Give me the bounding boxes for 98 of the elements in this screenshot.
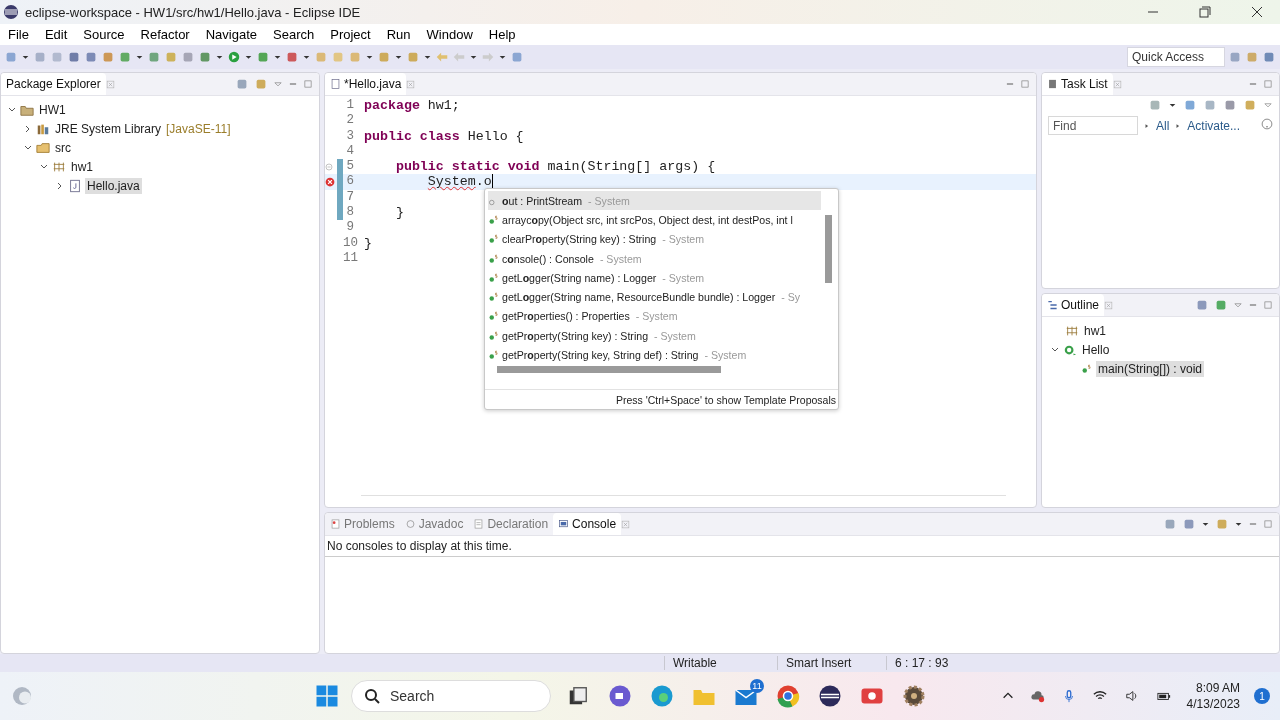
line-number: 2 bbox=[345, 113, 354, 129]
eclipse-logo-icon bbox=[3, 4, 19, 20]
menu-item[interactable]: Source bbox=[75, 24, 133, 45]
completion-item[interactable]: console() : Console - System bbox=[488, 248, 821, 269]
completion-item[interactable]: out : PrintStream - System bbox=[488, 191, 821, 211]
maximize-icon[interactable] bbox=[1020, 79, 1030, 89]
menu-item[interactable]: Search bbox=[265, 24, 323, 45]
tree-item[interactable]: hw1 bbox=[1082, 322, 1108, 339]
notification-badge: 1 bbox=[1254, 688, 1270, 704]
menu-item[interactable]: Run bbox=[378, 24, 419, 45]
outline-icon bbox=[1047, 298, 1058, 312]
console-message: No consoles to display at this time. bbox=[325, 536, 1279, 557]
menu-item[interactable]: Window bbox=[418, 24, 481, 45]
menu-item[interactable]: Project bbox=[322, 24, 379, 45]
tree-item[interactable]: Hello bbox=[1080, 341, 1112, 358]
tree-item[interactable]: JRE System Library bbox=[53, 120, 164, 137]
code-text: public class Hello { bbox=[364, 128, 524, 144]
problems-icon bbox=[330, 517, 341, 531]
line-number: 7 bbox=[345, 189, 354, 206]
taskbar-search[interactable]: Search bbox=[351, 680, 551, 712]
link[interactable]: All bbox=[1156, 118, 1170, 133]
clipboard-icon bbox=[1047, 77, 1058, 91]
text-cursor bbox=[491, 174, 493, 189]
view-tab[interactable]: Problems bbox=[325, 513, 400, 535]
tree-item[interactable]: src bbox=[53, 139, 73, 156]
search-icon bbox=[364, 688, 380, 704]
completion-item[interactable]: clearProperty(String key) : String - System bbox=[488, 229, 821, 249]
clock-date: 4/13/2023 bbox=[1186, 697, 1240, 711]
code-text: System.o bbox=[426, 174, 492, 190]
completion-item[interactable]: getProperties() : Properties - System bbox=[488, 306, 821, 327]
code-text: } bbox=[364, 235, 372, 251]
completion-item[interactable]: getLogger(String name) : Logger - System bbox=[488, 268, 821, 288]
restore-icon[interactable] bbox=[1199, 6, 1211, 18]
package-folder-icon bbox=[36, 140, 50, 155]
code-text: } bbox=[394, 205, 404, 221]
document-icon bbox=[473, 517, 485, 531]
notification-badge: 11 bbox=[750, 679, 764, 693]
scrollbar-thumb[interactable] bbox=[497, 366, 721, 373]
code-text: public static void main(String[] args) { bbox=[394, 159, 716, 175]
view-tab[interactable]: Javadoc bbox=[399, 513, 469, 535]
tree-item[interactable]: Hello.java bbox=[85, 177, 142, 194]
completion-hint: Press 'Ctrl+Space' to show Template Proposals bbox=[485, 389, 838, 409]
view-tab[interactable]: Package Explorer bbox=[1, 73, 106, 95]
fold-icon[interactable] bbox=[325, 162, 333, 171]
code-text: package hw1; bbox=[364, 98, 460, 114]
maximize-icon[interactable] bbox=[1263, 300, 1273, 310]
line-number: 9 bbox=[345, 220, 354, 236]
tree-item[interactable]: HW1 bbox=[37, 101, 68, 118]
editor-tab[interactable]: *Hello.java bbox=[325, 73, 407, 95]
search-field[interactable]: Search bbox=[388, 687, 532, 705]
menu-item[interactable]: File bbox=[0, 24, 37, 45]
tree-item[interactable]: main(String[]) : void bbox=[1096, 360, 1205, 377]
weather-icon bbox=[10, 684, 34, 708]
method-icon bbox=[488, 348, 500, 362]
status-text: Writable bbox=[664, 656, 777, 670]
chrome-icon[interactable] bbox=[776, 684, 800, 708]
chat-icon[interactable] bbox=[608, 684, 632, 708]
windows-logo-icon[interactable] bbox=[315, 684, 339, 708]
tree-item[interactable]: hw1 bbox=[69, 158, 95, 175]
line-number: 5 bbox=[345, 159, 354, 175]
window-title: eclipse-workspace - HW1/src/hw1/Hello.java - Eclipse IDE bbox=[25, 4, 362, 20]
view-tab[interactable]: Declaration bbox=[468, 513, 554, 535]
view-tab[interactable]: Task List bbox=[1042, 73, 1113, 95]
cloud-icon[interactable] bbox=[1028, 689, 1047, 703]
menu-item[interactable]: Edit bbox=[36, 24, 76, 45]
eclipse-icon[interactable] bbox=[818, 684, 842, 708]
line-number: 6 bbox=[345, 174, 354, 190]
task-view-icon[interactable] bbox=[567, 685, 589, 707]
menu-item[interactable]: Refactor bbox=[132, 24, 198, 45]
gear-icon[interactable] bbox=[902, 684, 926, 708]
java-file-icon bbox=[330, 77, 341, 91]
browser-icon[interactable] bbox=[650, 684, 674, 708]
completion-item[interactable]: getProperty(String key) : String - System bbox=[488, 326, 821, 346]
maximize-icon[interactable] bbox=[303, 79, 313, 89]
status-text: 6 : 17 : 93 bbox=[886, 656, 991, 670]
menu-item[interactable]: Navigate bbox=[197, 24, 265, 45]
completion-item[interactable]: getLogger(String name, ResourceBundle bundle) : Logger - Sy bbox=[488, 287, 821, 307]
link[interactable]: Activate... bbox=[1187, 118, 1241, 133]
completion-item[interactable]: getProperty(String key, String def) : String - System bbox=[488, 345, 821, 365]
line-number: 4 bbox=[345, 143, 354, 160]
line-number: 1 bbox=[345, 98, 354, 114]
view-tab[interactable]: Console bbox=[553, 513, 622, 535]
find-field[interactable]: Find bbox=[1048, 116, 1138, 135]
view-tab[interactable]: Outline bbox=[1042, 294, 1105, 316]
tree-item-decoration: [JavaSE-11] bbox=[166, 121, 231, 136]
line-number: 8 bbox=[345, 205, 354, 221]
java-file-icon bbox=[68, 178, 82, 193]
close-icon[interactable] bbox=[1251, 6, 1263, 18]
menu-item[interactable]: Help bbox=[480, 24, 524, 45]
line-number: 3 bbox=[345, 128, 354, 144]
clock-time: 8:09 AM bbox=[1195, 681, 1240, 695]
scrollbar-thumb[interactable] bbox=[825, 215, 832, 283]
quick-access-field[interactable]: Quick Access bbox=[1127, 47, 1225, 67]
help-icon[interactable] bbox=[1261, 117, 1273, 131]
completion-item[interactable]: arraycopy(Object src, int srcPos, Object dest, int destPos, int l bbox=[488, 210, 821, 230]
status-text: Smart Insert bbox=[777, 656, 886, 670]
maximize-icon[interactable] bbox=[1263, 79, 1273, 89]
maximize-icon[interactable] bbox=[1263, 519, 1273, 529]
